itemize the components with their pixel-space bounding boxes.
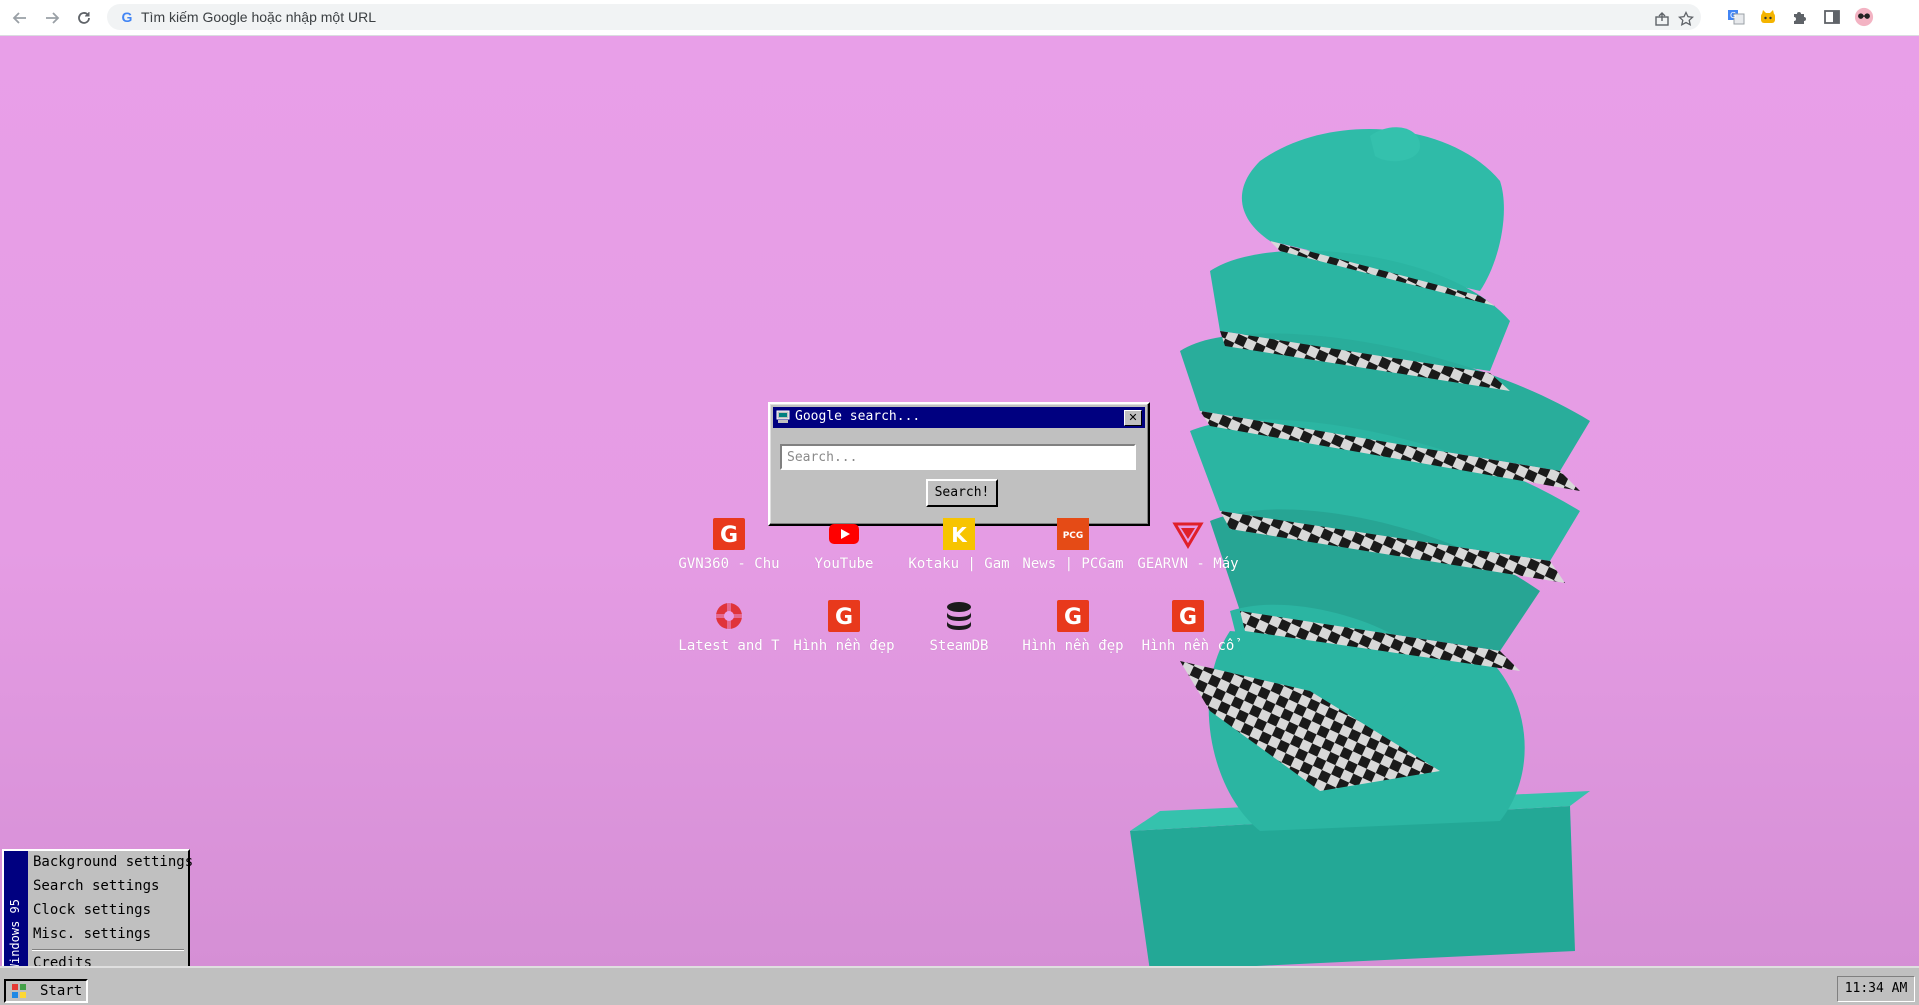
shortcut-steamdb[interactable]: SteamDB: [907, 600, 1011, 660]
svg-text:PCG: PCG: [1063, 531, 1084, 541]
shortcut-label: SteamDB: [929, 638, 989, 654]
svg-text:G: G: [1179, 605, 1197, 630]
omnibox-placeholder: Tìm kiếm Google hoặc nhập một URL: [141, 9, 376, 25]
taskbar-clock[interactable]: 11:34 AM: [1837, 976, 1915, 1002]
reload-icon[interactable]: [72, 6, 96, 30]
shortcut-youtube[interactable]: YouTube: [792, 518, 896, 578]
menu-separator: [32, 949, 184, 951]
ign-icon: [715, 602, 743, 630]
dialog-titlebar[interactable]: Google search... ✕: [773, 407, 1145, 428]
svg-text:K: K: [951, 523, 968, 547]
menu-item-search-settings[interactable]: Search settings: [33, 875, 188, 897]
kotaku-icon: K: [943, 518, 975, 550]
svg-text:G: G: [720, 523, 738, 548]
gearvn-icon: [1172, 522, 1204, 549]
side-panel-icon[interactable]: [1822, 7, 1842, 27]
gvn360-icon: G: [828, 600, 860, 632]
steamdb-icon: [947, 602, 971, 630]
shortcut-wallpaper-1[interactable]: G Hình nền đẹp: [792, 600, 896, 660]
search-button[interactable]: Search!: [926, 479, 998, 507]
shortcut-pcgamer[interactable]: PCG News | PCGam: [1021, 518, 1125, 578]
computer-icon: [776, 410, 790, 423]
shortcut-label: YouTube: [814, 556, 874, 572]
bookmark-star-icon[interactable]: [1677, 10, 1695, 28]
banner-text: Windows 95: [8, 898, 22, 971]
shortcut-wallpaper-2[interactable]: G Hình nền đẹp: [1021, 600, 1125, 660]
shortcut-label: GEARVN - Máy: [1137, 556, 1239, 572]
svg-text:G: G: [1730, 11, 1736, 20]
taskbar: Start 11:34 AM: [0, 966, 1919, 1005]
shortcut-kotaku[interactable]: K Kotaku | Gam: [907, 518, 1011, 578]
share-icon[interactable]: [1653, 10, 1671, 28]
shortcut-gearvn[interactable]: GEARVN - Máy: [1136, 518, 1240, 578]
gvn360-icon: G: [1172, 600, 1204, 632]
start-menu: Windows 95 Background settings Search se…: [2, 849, 193, 977]
puzzle-extensions-icon[interactable]: [1790, 7, 1810, 27]
google-search-dialog: Google search... ✕ Search!: [768, 402, 1150, 526]
shortcut-label: Hình nền đẹp: [793, 638, 895, 654]
shortcut-label: Latest and T: [678, 638, 780, 654]
youtube-icon: [829, 524, 859, 544]
windows-logo-icon: [12, 984, 26, 998]
cat-extension-icon[interactable]: [1758, 7, 1778, 27]
profile-avatar-icon[interactable]: [1854, 7, 1874, 27]
start-label: Start: [40, 983, 83, 999]
menu-item-background-settings[interactable]: Background settings: [33, 851, 193, 873]
back-icon[interactable]: [8, 6, 32, 30]
start-menu-banner: Windows 95: [4, 851, 28, 975]
dialog-title: Google search...: [795, 409, 921, 424]
menu-item-clock-settings[interactable]: Clock settings: [33, 899, 188, 921]
shortcut-label: Hình nền đẹp: [1022, 638, 1124, 654]
browser-toolbar: G Tìm kiếm Google hoặc nhập một URL G: [0, 0, 1919, 36]
desktop: Google search... ✕ Search! G GVN360 - Ch…: [0, 36, 1919, 966]
svg-text:G: G: [1064, 605, 1082, 630]
start-button[interactable]: Start: [4, 979, 88, 1003]
shortcut-wallpaper-3[interactable]: G Hình nền cổ: [1136, 600, 1240, 660]
shortcut-ign[interactable]: Latest and T: [677, 600, 781, 660]
svg-text:G: G: [835, 605, 853, 630]
shortcut-label: Hình nền cổ: [1141, 638, 1235, 654]
pcgamer-icon: PCG: [1057, 518, 1089, 550]
google-icon: G: [121, 9, 133, 25]
shortcut-label: Kotaku | Gam: [908, 556, 1010, 572]
close-button[interactable]: ✕: [1124, 410, 1142, 426]
gvn360-icon: G: [713, 518, 745, 550]
shortcut-label: GVN360 - Chu: [678, 556, 780, 572]
menu-item-misc-settings[interactable]: Misc. settings: [33, 923, 188, 945]
search-input[interactable]: [780, 444, 1136, 470]
omnibox[interactable]: G Tìm kiếm Google hoặc nhập một URL: [107, 4, 1701, 30]
shortcut-label: News | PCGam: [1022, 556, 1124, 572]
translate-extension-icon[interactable]: G: [1726, 7, 1746, 27]
shortcut-gvn360[interactable]: G GVN360 - Chu: [677, 518, 781, 578]
forward-icon[interactable]: [40, 6, 64, 30]
gvn360-icon: G: [1057, 600, 1089, 632]
